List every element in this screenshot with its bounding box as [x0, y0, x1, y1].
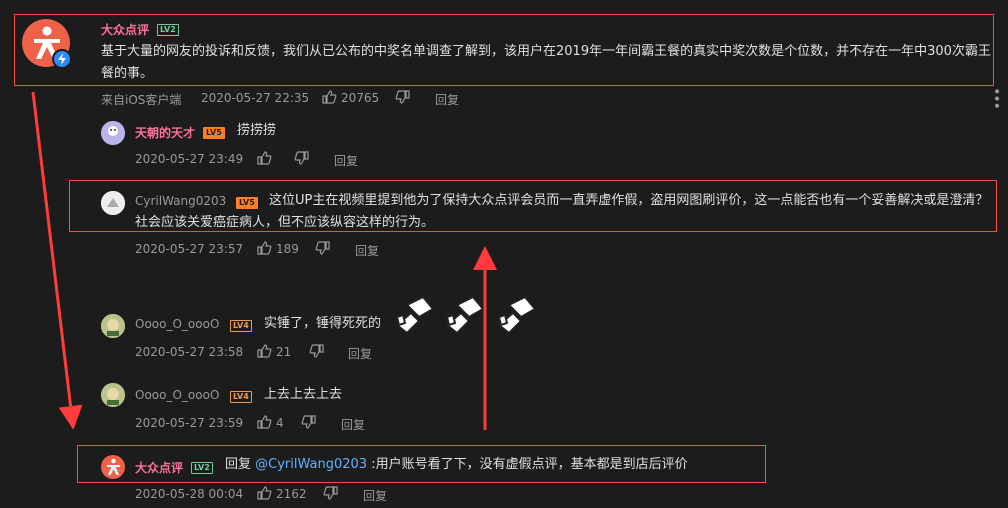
arrow-down: [31, 91, 83, 430]
annotation-arrows: [31, 91, 497, 430]
